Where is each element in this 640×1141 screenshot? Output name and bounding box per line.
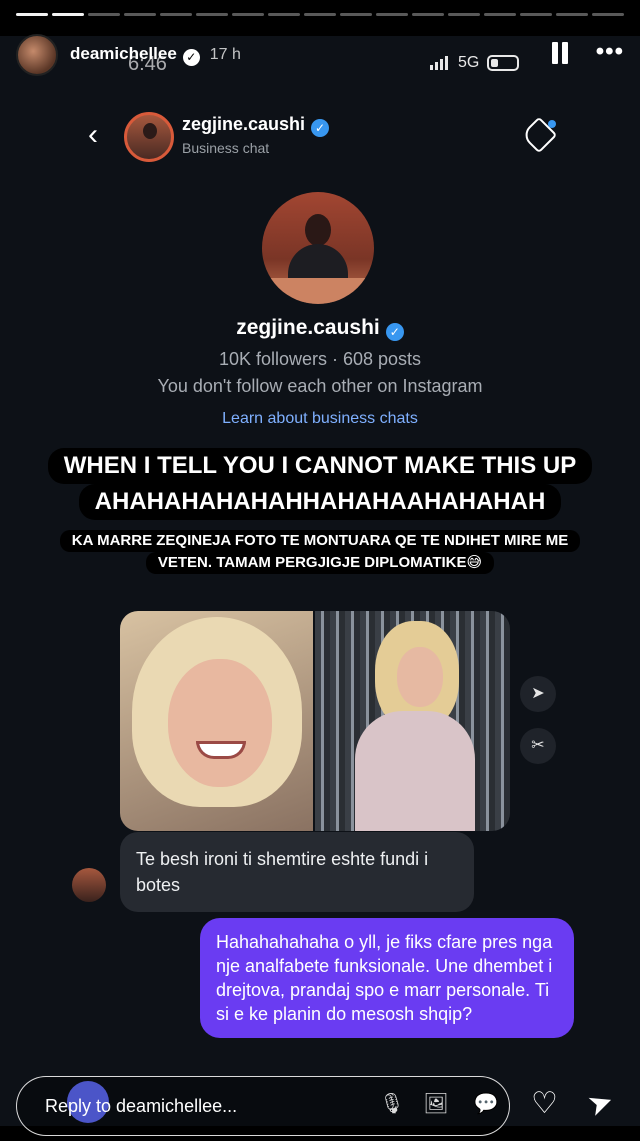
progress-segment xyxy=(340,13,372,16)
scissors-icon: ✂ xyxy=(520,728,556,764)
progress-segment xyxy=(520,13,552,16)
profile-stats: 10K followers · 608 posts xyxy=(218,349,422,369)
reply-placeholder: Reply to deamichellee... xyxy=(45,1096,238,1116)
like-heart-icon[interactable]: ♡ xyxy=(531,1086,558,1121)
story-progress-bar xyxy=(16,13,624,16)
caption-line: WHEN I TELL YOU I CANNOT MAKE THIS UP xyxy=(47,448,593,484)
profile-avatar xyxy=(262,192,374,304)
chat-subtitle: Business chat xyxy=(182,140,270,156)
verified-icon: ✓ xyxy=(182,49,200,66)
notification-dot xyxy=(548,120,556,128)
chat-title: zegjine.caushi ✓ xyxy=(182,114,330,137)
chat-avatar xyxy=(124,112,174,162)
progress-segment xyxy=(124,13,156,16)
image-icon: 🖼 xyxy=(423,1093,449,1115)
incoming-message: Te besh ironi ti shemtire eshte fundi i … xyxy=(120,832,474,912)
progress-segment xyxy=(484,13,516,16)
caption-large: WHEN I TELL YOU I CANNOT MAKE THIS UP AH… xyxy=(0,448,640,520)
share-icon: ➤ xyxy=(520,676,556,712)
reply-input[interactable]: Reply to deamichellee... 🎙 🖼 💬 xyxy=(16,1076,510,1136)
sender-avatar xyxy=(72,868,106,902)
caption-line: KA MARRE ZEQINEJA FOTO TE MONTUARA QE TE… xyxy=(59,530,581,552)
more-options-icon[interactable]: ••• xyxy=(596,40,624,64)
progress-segment xyxy=(592,13,624,16)
progress-segment xyxy=(376,13,408,16)
progress-segment xyxy=(16,13,48,16)
sticker-icon: 💬 xyxy=(473,1093,499,1115)
progress-segment xyxy=(196,13,228,16)
caption-small: KA MARRE ZEQINEJA FOTO TE MONTUARA QE TE… xyxy=(0,530,640,574)
back-icon: ‹ xyxy=(88,118,98,151)
shared-photo xyxy=(120,611,510,831)
verified-icon: ✓ xyxy=(385,323,404,341)
story-user-avatar[interactable] xyxy=(16,34,58,76)
caption-line: AHAHAHAHAHAHHAHAHAAHAHAHAH xyxy=(78,484,562,520)
progress-segment xyxy=(232,13,264,16)
progress-segment xyxy=(448,13,480,16)
progress-segment xyxy=(556,13,588,16)
profile-name: zegjine.caushi ✓ xyxy=(0,316,640,341)
story-screenshot: 6:46 5G ‹ zegjine.caushi ✓ Business chat … xyxy=(0,36,640,1126)
photo-right xyxy=(315,611,510,831)
chat-header: ‹ zegjine.caushi ✓ Business chat xyxy=(0,108,640,164)
follow-status: You don't follow each other on Instagram xyxy=(157,376,483,396)
progress-segment xyxy=(412,13,444,16)
photo-left xyxy=(120,611,313,831)
story-username[interactable]: deamichellee ✓ xyxy=(70,44,200,66)
story-header: deamichellee ✓ 17 h ••• xyxy=(16,34,624,76)
story-time: 17 h xyxy=(209,46,241,63)
progress-segment xyxy=(88,13,120,16)
caption-line: VETEN. TAMAM PERGJIGJE DIPLOMATIKE😅 xyxy=(145,552,495,574)
business-chats-link: Learn about business chats xyxy=(222,410,418,427)
pause-icon[interactable] xyxy=(550,42,570,64)
progress-segment xyxy=(304,13,336,16)
progress-segment xyxy=(268,13,300,16)
progress-segment xyxy=(160,13,192,16)
outgoing-message: Hahahahahaha o yll, je fiks cfare pres n… xyxy=(200,918,574,1038)
progress-segment xyxy=(52,13,84,16)
microphone-icon: 🎙 xyxy=(379,1093,405,1115)
verified-icon: ✓ xyxy=(311,119,330,137)
